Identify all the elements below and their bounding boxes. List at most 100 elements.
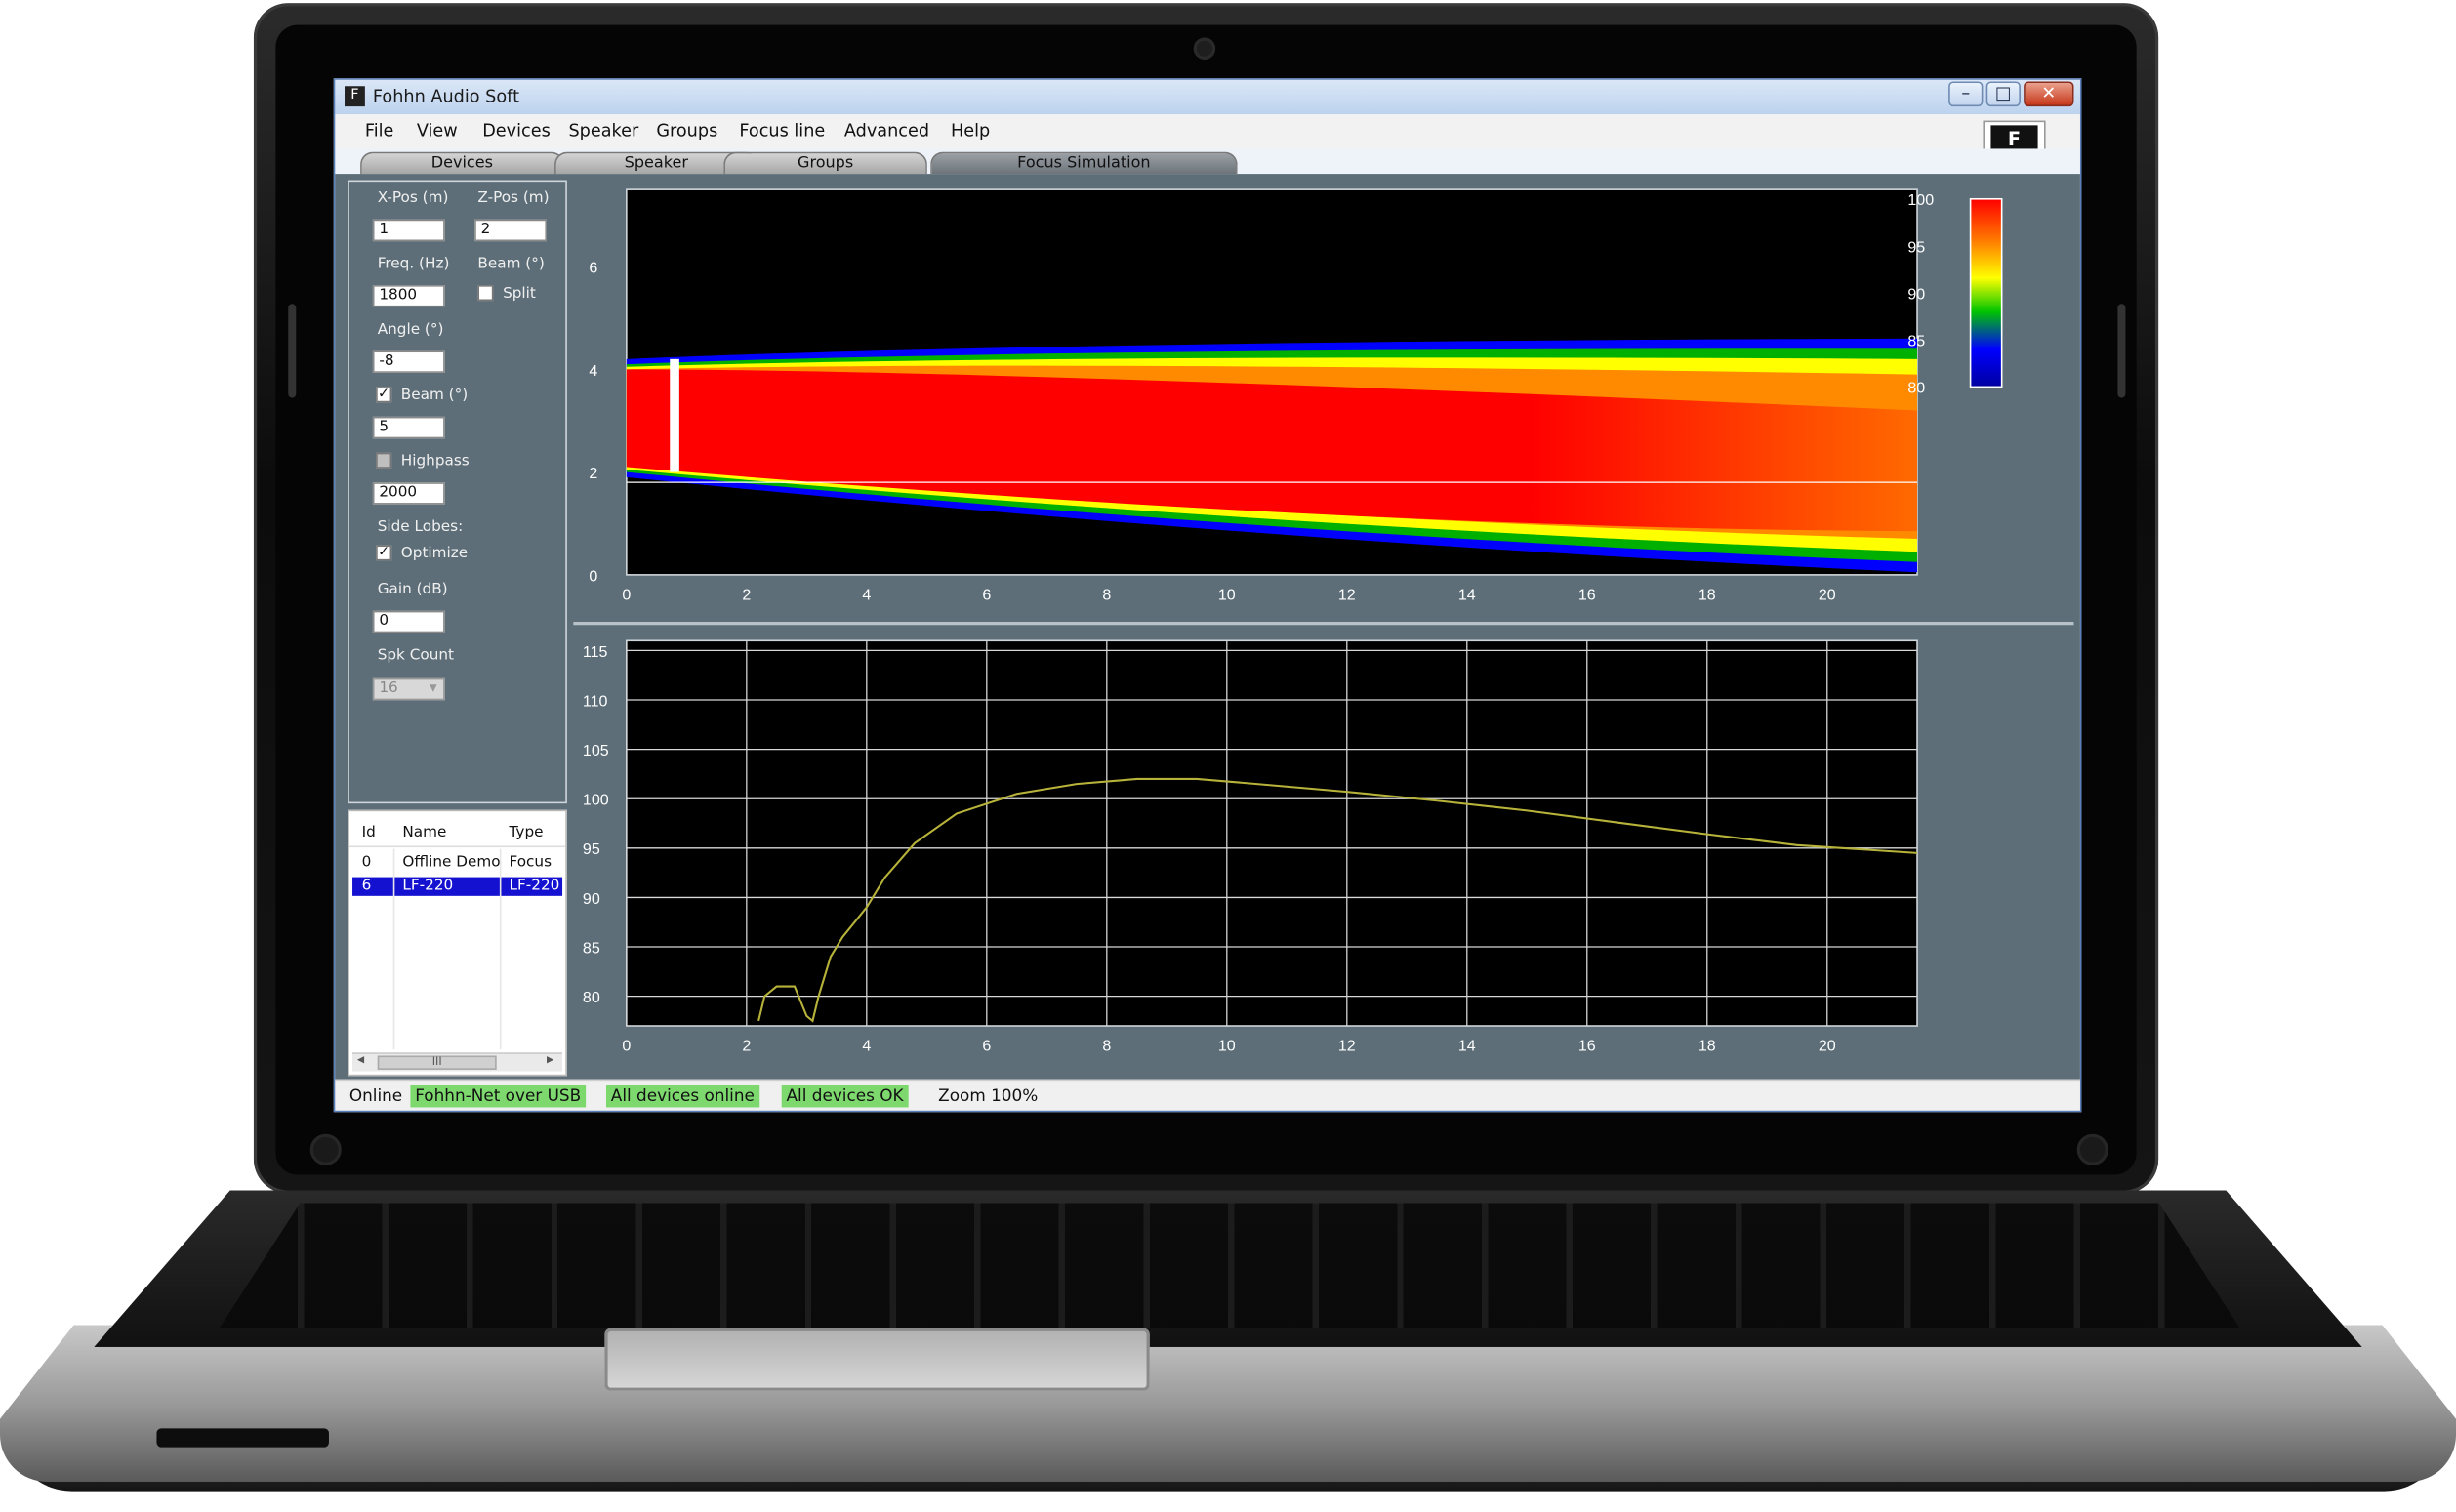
- plots-region: 0 2 4 6 8 10 12 14 16 18 20 0 2 4 6 100 95 90 85 80 0 2 4 6 8 10…: [573, 177, 2074, 1076]
- row-name: LF-220: [402, 877, 454, 895]
- x-tick-label: 8: [1102, 587, 1111, 604]
- y-tick-label: 85: [583, 939, 600, 957]
- menu-focus-line[interactable]: Focus line: [739, 121, 825, 142]
- scroll-right-icon[interactable]: ▸: [547, 1052, 553, 1068]
- column-divider: [499, 848, 502, 1050]
- menu-bar: File View Devices Speaker Groups Focus l…: [335, 114, 2080, 149]
- webcam: [1193, 37, 1216, 60]
- x-tick-label: 20: [1819, 1038, 1836, 1055]
- zpos-input[interactable]: 2: [474, 219, 548, 242]
- y-tick-label: 80: [583, 989, 600, 1006]
- status-devices-online: All devices online: [605, 1084, 759, 1108]
- y-tick-label: 0: [589, 567, 597, 585]
- scroll-thumb[interactable]: III: [377, 1055, 497, 1070]
- menu-groups[interactable]: Groups: [656, 121, 717, 142]
- horizontal-scrollbar[interactable]: ◂ III ▸: [352, 1052, 563, 1072]
- check-icon: ✓: [378, 545, 390, 561]
- palm-rest: [0, 1325, 2456, 1482]
- gain-label: Gain (dB): [377, 581, 448, 598]
- tab-focus-simulation[interactable]: Focus Simulation: [930, 151, 1238, 175]
- scroll-left-icon[interactable]: ◂: [357, 1052, 364, 1068]
- freq-label: Freq. (Hz): [377, 255, 450, 273]
- beam-label: Beam (°): [400, 387, 469, 404]
- status-bar: Online Fohhn-Net over USB All devices on…: [335, 1079, 2080, 1111]
- keyboard: [219, 1203, 2240, 1328]
- response-plot-area: [626, 639, 1918, 1027]
- tab-groups[interactable]: Groups: [723, 151, 927, 175]
- row-type: LF-220: [509, 877, 560, 895]
- split-checkbox[interactable]: [477, 285, 494, 302]
- tab-strip: Devices Speaker Groups Focus Simulation: [335, 148, 2080, 175]
- device-list: Id Name Type 0 Offline Demo Focus 6 LF-2…: [348, 809, 567, 1077]
- x-tick-label: 4: [862, 587, 871, 604]
- optimize-checkbox[interactable]: ✓: [376, 545, 392, 561]
- menu-advanced[interactable]: Advanced: [844, 121, 929, 142]
- touchpad[interactable]: [604, 1328, 1150, 1391]
- gain-input[interactable]: 0: [372, 610, 445, 633]
- column-divider: [392, 848, 395, 1050]
- x-tick-label: 6: [982, 1038, 991, 1055]
- highpass-checkbox[interactable]: [376, 452, 392, 469]
- colorbar: [1969, 197, 2003, 388]
- row-name: Offline Demo: [402, 853, 501, 872]
- freq-input[interactable]: 1800: [372, 285, 445, 307]
- row-id: 0: [361, 853, 372, 872]
- colorbar-tick-label: 80: [1907, 380, 1925, 397]
- menu-speaker[interactable]: Speaker: [568, 121, 638, 142]
- card-slot: [156, 1428, 329, 1448]
- fohhn-app-icon[interactable]: F: [345, 86, 365, 107]
- zpos-label: Z-Pos (m): [477, 189, 550, 207]
- status-online: Online: [348, 1086, 403, 1106]
- tab-devices[interactable]: Devices: [360, 151, 564, 175]
- beam-top-label: Beam (°): [477, 255, 545, 273]
- x-tick-label: 12: [1338, 1038, 1356, 1055]
- status-devices-ok: All devices OK: [781, 1084, 909, 1108]
- table-row-selected[interactable]: 6 LF-220 LF-220: [352, 877, 563, 896]
- title-bar: F Fohhn Audio Soft – □ ✕: [335, 79, 2080, 115]
- colorbar-tick-label: 100: [1907, 191, 1934, 209]
- angle-input[interactable]: -8: [372, 350, 445, 373]
- heatmap-chart: 0 2 4 6 8 10 12 14 16 18 20 0 2 4 6 100 95 90 85 80: [589, 188, 2003, 604]
- xpos-input[interactable]: 1: [372, 219, 445, 242]
- x-tick-label: 20: [1819, 587, 1836, 604]
- beam-input[interactable]: 5: [372, 416, 445, 439]
- y-tick-label: 105: [583, 742, 609, 759]
- beam-checkbox[interactable]: ✓: [376, 387, 392, 403]
- bezel-bumper-right: [2076, 1133, 2108, 1165]
- maximize-button[interactable]: □: [1985, 81, 2021, 107]
- colorbar-tick-label: 90: [1907, 285, 1925, 303]
- x-tick-label: 10: [1218, 1038, 1236, 1055]
- optimize-label: Optimize: [400, 545, 469, 563]
- bezel-slot-left: [288, 304, 297, 398]
- x-tick-label: 2: [742, 587, 751, 604]
- simulation-plots-svg: 0 2 4 6 8 10 12 14 16 18 20 0 2 4 6 100 95 90 85 80 0 2 4 6 8 10…: [583, 188, 2003, 1055]
- column-header-type[interactable]: Type: [509, 824, 543, 841]
- status-connection: Fohhn-Net over USB: [410, 1084, 586, 1108]
- x-tick-label: 18: [1699, 587, 1716, 604]
- colorbar-tick-label: 85: [1907, 333, 1925, 350]
- highpass-input[interactable]: 2000: [372, 482, 445, 505]
- scroll-grip: III: [431, 1055, 442, 1069]
- menu-view[interactable]: View: [417, 121, 458, 142]
- x-tick-label: 16: [1578, 1038, 1596, 1055]
- spk-count-select[interactable]: 16 ▾: [372, 677, 445, 701]
- x-tick-label: 0: [622, 1038, 631, 1055]
- menu-file[interactable]: File: [365, 121, 394, 142]
- menu-devices[interactable]: Devices: [482, 121, 551, 142]
- highpass-label: Highpass: [400, 452, 470, 470]
- y-tick-label: 90: [583, 890, 600, 908]
- table-row[interactable]: 0 Offline Demo Focus: [352, 854, 562, 875]
- y-tick-label: 4: [589, 362, 597, 380]
- column-header-id[interactable]: Id: [362, 824, 376, 841]
- minimize-icon: –: [1961, 83, 1971, 103]
- minimize-button[interactable]: –: [1948, 81, 1984, 107]
- close-icon: ✕: [2041, 83, 2057, 103]
- menu-help[interactable]: Help: [951, 121, 990, 142]
- close-button[interactable]: ✕: [2024, 81, 2074, 107]
- x-tick-label: 2: [742, 1038, 751, 1055]
- y-tick-label: 110: [583, 692, 608, 710]
- maximize-icon: □: [1994, 83, 2012, 103]
- y-tick-label: 95: [583, 840, 600, 858]
- bezel-slot-right: [2117, 304, 2126, 398]
- column-header-name[interactable]: Name: [402, 824, 446, 841]
